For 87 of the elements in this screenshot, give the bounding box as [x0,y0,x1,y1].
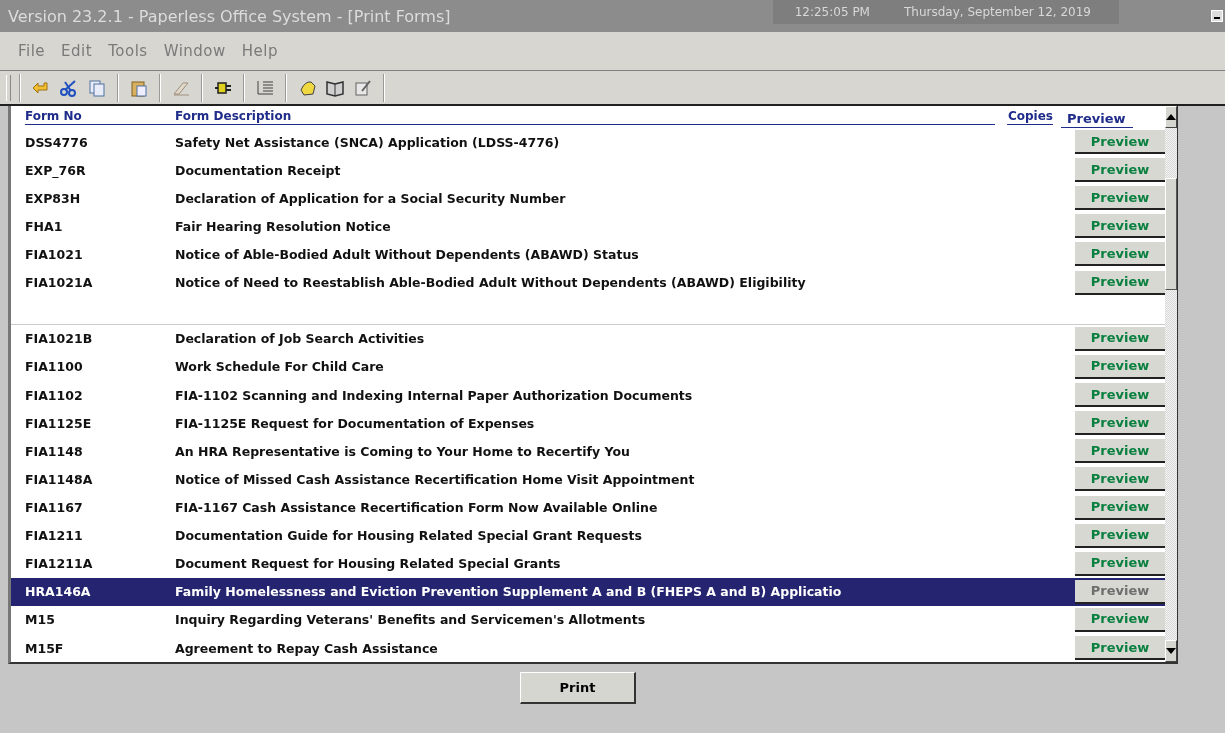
table-cell-text: FIA1021B [25,331,94,347]
preview-button[interactable]: Preview [1075,186,1165,211]
preview-button[interactable]: Preview [1075,607,1165,632]
scroll-down-button[interactable] [1165,640,1177,662]
table-cell-text: An HRA Representative is Coming to Your Home to Recertify You [175,443,631,459]
table-cell-text: FIA1148 [25,443,84,459]
scroll-thumb[interactable] [1165,178,1177,290]
column-header[interactable]: Preview [1061,111,1133,128]
scrollbar[interactable] [1165,106,1177,662]
table-row[interactable]: M15 Inquiry Regarding Veterans' Benefits and Servicemen's Allotments Preview [11,605,1165,634]
table-cell-text: Agreement to Repay Cash Assistance [175,640,439,656]
table-row[interactable]: FIA1211 Documentation Guide for Housing Related Special Grant Requests Preview [11,521,1165,550]
print-button[interactable]: Print [520,672,636,704]
table-row[interactable]: FHA1 Fair Hearing Resolution Notice Preview [11,212,1165,241]
table-cell-text: FIA1100 [25,359,84,375]
preview-button[interactable]: Preview [1075,130,1165,155]
table-cell-text: Document Request for Housing Related Special Grants [175,556,562,572]
table-row[interactable]: DSS4776 Safety Net Assistance (SNCA) Application (LDSS-4776) Preview [11,128,1165,157]
table-cell-text: FIA-1167 Cash Assistance Recertification Form Now Available Online [175,500,659,515]
preview-button[interactable]: Preview [1075,326,1165,351]
table-cell-text: FIA1167 [25,500,84,515]
table-cell-text: Documentation Guide for Housing Related Special Grant Requests [175,528,643,544]
preview-button[interactable]: Preview [1075,636,1165,661]
table-cell-text: EXP_76R [25,162,87,178]
table-row[interactable]: FIA1167 FIA-1167 Cash Assistance Recertification Form Now Available Online Preview [11,493,1165,522]
table-cell-text: Declaration of Job Search Activities [175,331,426,347]
table-cell-text: Notice of Missed Cash Assistance Recertification Home Visit Appointment [175,471,696,487]
preview-button[interactable]: Preview [1075,495,1165,520]
table-row[interactable]: FIA1125E FIA-1125E Request for Documentation of Expenses Preview [11,409,1165,438]
column-header[interactable]: Form No [25,109,175,125]
table-row[interactable]: HRA146A Family Homelessness and Eviction Prevention Supplement A and B (FHEPS A and B) Applicatio Preview [11,577,1165,606]
preview-button[interactable]: Preview [1075,439,1165,464]
preview-button[interactable]: Preview [1075,242,1165,267]
preview-button[interactable]: Preview [1075,214,1165,239]
preview-button[interactable]: Preview [1075,383,1165,408]
table-cell-text: Family Homelessness and Eviction Prevention Supplement A and B (FHEPS A and B) Applicatio [175,584,843,600]
scroll-up-button[interactable] [1165,106,1177,128]
table-row[interactable]: FIA1021A Notice of Need to Reestablish Able-Bodied Adult Without Dependents (ABAWD) Eligibility Preview [11,268,1165,297]
table-row[interactable]: EXP_76R Documentation Receipt Preview [11,156,1165,185]
table-cell-text: Notice of Able-Bodied Adult Without Dependents (ABAWD) Status [175,247,640,262]
table-row[interactable]: FIA1021B Declaration of Job Search Activities Preview [11,324,1165,353]
column-header[interactable]: Form Description [175,109,995,125]
table-cell-text: M15F [25,640,65,656]
table-cell-text: Fair Hearing Resolution Notice [175,218,392,234]
preview-button[interactable]: Preview [1075,158,1165,183]
preview-button[interactable]: Preview [1075,579,1165,604]
table-row[interactable]: FIA1148A Notice of Missed Cash Assistance Recertification Home Visit Appointment Preview [11,465,1165,494]
table-cell-text: FIA1021A [25,275,94,291]
preview-button[interactable]: Preview [1075,523,1165,548]
preview-button[interactable]: Preview [1075,551,1165,576]
table-cell-text: FIA-1102 Scanning and Indexing Internal Paper Authorization Documents [175,387,694,403]
table-cell-text: Notice of Need to Reestablish Able-Bodied Adult Without Dependents (ABAWD) Eligibility [175,275,807,291]
table-cell-text: FIA1148A [25,471,94,487]
table-cell-text: HRA146A [25,584,92,600]
preview-button[interactable]: Preview [1075,354,1165,379]
table-cell-text: FIA1211A [25,556,94,572]
table-row[interactable]: M15F Agreement to Repay Cash Assistance Preview [11,634,1165,663]
table-row[interactable]: FIA1211A Document Request for Housing Related Special Grants Preview [11,549,1165,578]
table-cell-text: DSS4776 [25,134,89,150]
clock-date: Thursday, September 12, 2019 [904,5,1091,19]
table-row[interactable]: FIA1148 An HRA Representative is Coming to Your Home to Recertify You Preview [11,437,1165,466]
column-header[interactable]: Copies [1007,109,1053,125]
minimize-button[interactable] [1211,10,1223,22]
table-cell-text: Safety Net Assistance (SNCA) Application (LDSS-4776) [175,134,561,150]
table-row[interactable]: FIA1100 Work Schedule For Child Care Preview [11,352,1165,381]
table-row[interactable]: FIA1102 FIA-1102 Scanning and Indexing Internal Paper Authorization Documents Preview [11,381,1165,410]
down-arrow-icon [1166,648,1176,654]
preview-button[interactable]: Preview [1075,411,1165,436]
window-title: Version 23.2.1 - Paperless Office System - [Print Forms] [7,6,452,26]
table-cell-text: Work Schedule For Child Care [175,359,385,375]
table-cell-text: EXP83H [25,190,82,206]
table-cell-text: FHA1 [25,218,64,234]
table-cell-text: FIA-1125E Request for Documentation of Expenses [175,415,536,431]
clock-time: 12:25:05 PM [794,5,870,19]
table-cell-text: Documentation Receipt [175,162,342,178]
table-row[interactable]: FIA1021 Notice of Able-Bodied Adult Without Dependents (ABAWD) Status Preview [11,240,1165,269]
table-cell-text: FIA1102 [25,387,84,403]
up-arrow-icon [1166,114,1176,120]
preview-button[interactable]: Preview [1075,270,1165,295]
table-cell-text: FIA1125E [25,415,93,431]
table-cell-text: FIA1211 [25,528,84,544]
table-cell-text: Inquiry Regarding Veterans' Benefits and Servicemen's Allotments [175,612,647,628]
table-cell-text: M15 [25,612,56,628]
preview-button[interactable]: Preview [1075,467,1165,492]
table-cell-text: Declaration of Application for a Social Security Number [175,190,567,206]
table-row[interactable]: EXP83H Declaration of Application for a Social Security Number Preview [11,184,1165,213]
table-cell-text: FIA1021 [25,247,84,262]
